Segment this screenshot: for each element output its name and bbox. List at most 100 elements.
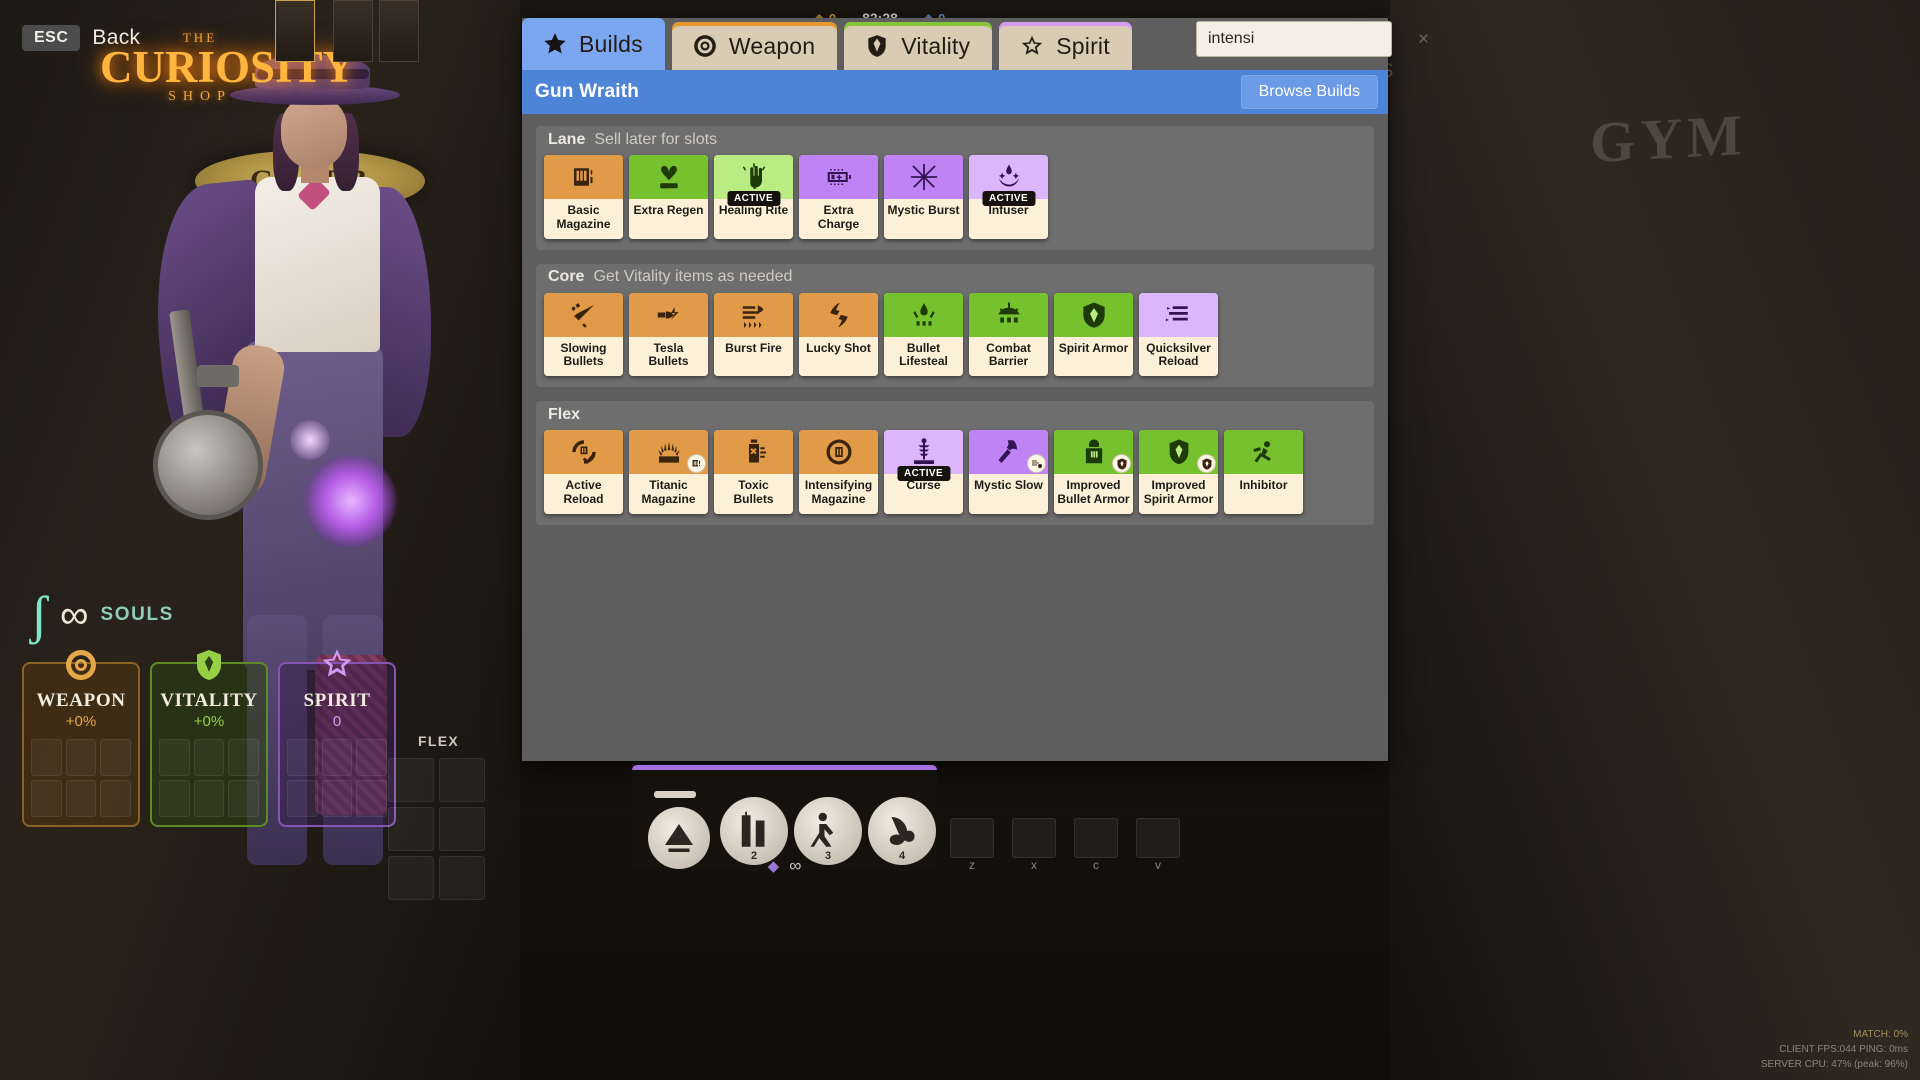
item-slot[interactable] [100,780,131,817]
quicksilver-icon [1164,300,1194,330]
item-name: Toxic Bullets [714,474,793,514]
item-card[interactable]: Inhibitor [1224,430,1303,514]
item-card[interactable]: Improved Bullet Armor [1054,430,1133,514]
item-card[interactable]: Mystic Slow [969,430,1048,514]
item-card[interactable]: Slowing Bullets [544,293,623,377]
bottom-item-slot[interactable] [1074,818,1118,858]
tab-builds[interactable]: Builds [522,18,665,70]
build-header: Gun Wraith Browse Builds [522,70,1388,114]
item-slot[interactable] [322,739,353,776]
item-card[interactable]: Bullet Lifesteal [884,293,963,377]
teammate-portrait[interactable] [379,0,419,62]
item-slot[interactable] [31,780,62,817]
flex-slot[interactable] [439,758,485,802]
tab-spirit[interactable]: Spirit [999,22,1132,70]
magazine-icon [569,162,599,192]
ability-2[interactable]: 2 [720,797,788,865]
item-card[interactable]: Mystic Burst [884,155,963,239]
tab-label: Spirit [1056,33,1110,60]
titanic-magazine-icon [654,437,684,467]
souls-display: ʃ ∞ SOULS [30,588,174,642]
item-slot[interactable] [159,739,190,776]
bottom-item-slot[interactable] [950,818,994,858]
item-card[interactable]: ACTIVEHealing Rite [714,155,793,239]
item-slot[interactable] [159,780,190,817]
browse-builds-button[interactable]: Browse Builds [1241,75,1378,109]
item-card[interactable]: Toxic Bullets [714,430,793,514]
item-card[interactable]: Lucky Shot [799,293,878,377]
item-slot[interactable] [100,739,131,776]
item-icon-area [544,430,623,474]
flex-slot[interactable] [388,758,434,802]
item-slot[interactable] [356,780,387,817]
item-card[interactable]: Extra Charge [799,155,878,239]
item-icon-area [1054,293,1133,337]
flex-slot[interactable] [388,856,434,900]
item-card[interactable]: ACTIVECurse [884,430,963,514]
tab-weapon[interactable]: Weapon [672,22,837,70]
item-card[interactable]: Improved Spirit Armor [1139,430,1218,514]
item-card[interactable]: Titanic Magazine [629,430,708,514]
shop-sections: LaneSell later for slotsBasic MagazineEx… [522,114,1388,551]
item-icon-area [969,430,1048,474]
bottom-item-slot[interactable] [1136,818,1180,858]
item-row: Slowing BulletsTesla BulletsBurst FireLu… [536,291,1374,383]
clear-search-icon[interactable]: × [1415,30,1432,49]
flex-slot[interactable] [439,807,485,851]
flex-slot[interactable] [388,807,434,851]
item-name: Mystic Burst [884,199,963,239]
item-slot[interactable] [322,780,353,817]
upgrade-shield-icon [1116,458,1128,470]
ability-4[interactable]: 4 [868,797,936,865]
item-slot[interactable] [31,739,62,776]
item-icon-area [544,155,623,199]
upgrade-badge-icon [687,454,706,473]
item-card[interactable]: Combat Barrier [969,293,1048,377]
upgrade-magazine-icon [691,458,703,470]
item-row: Active ReloadTitanic MagazineToxic Bulle… [536,428,1374,520]
stat-card-spirit: SPIRIT0 [278,662,396,827]
stat-name: SPIRIT [280,690,394,712]
item-name: Improved Bullet Armor [1054,474,1133,514]
item-name: Extra Charge [799,199,878,239]
item-card[interactable]: Active Reload [544,430,623,514]
burst-star-icon [909,162,939,192]
item-card[interactable]: Intensifying Magazine [799,430,878,514]
section-subtitle: Sell later for slots [594,131,717,149]
ability-3[interactable]: 3 [794,797,862,865]
item-card[interactable]: ACTIVEInfuser [969,155,1048,239]
item-card[interactable]: Spirit Armor [1054,293,1133,377]
item-slot[interactable] [194,739,225,776]
ability-bar-accent [632,765,937,770]
item-slot[interactable] [66,739,97,776]
item-slot[interactable] [228,739,259,776]
tab-vitality[interactable]: Vitality [844,22,992,70]
item-card[interactable]: Extra Regen [629,155,708,239]
section-header: Flex [536,401,1374,428]
spirit-armor-imp-icon [1164,437,1194,467]
active-badge: ACTIVE [727,191,780,206]
bottom-item-slot[interactable] [1012,818,1056,858]
esc-key-badge: ESC [22,25,80,51]
search-input[interactable] [1208,30,1415,48]
stat-name: WEAPON [24,690,138,712]
item-card[interactable]: Burst Fire [714,293,793,377]
item-slot[interactable] [228,780,259,817]
item-slot[interactable] [356,739,387,776]
upgrade-badge-icon [1027,454,1046,473]
teammate-portrait[interactable] [333,0,373,62]
teammate-portrait[interactable] [275,0,315,62]
teammate-portraits [255,0,505,70]
item-name: Titanic Magazine [629,474,708,514]
item-slot[interactable] [66,780,97,817]
item-name: Combat Barrier [969,337,1048,377]
item-slot[interactable] [287,739,318,776]
flex-slot[interactable] [439,856,485,900]
item-card[interactable]: Quicksilver Reload [1139,293,1218,377]
item-slot[interactable] [287,780,318,817]
item-card[interactable]: Tesla Bullets [629,293,708,377]
item-name: Quicksilver Reload [1139,337,1218,377]
item-card[interactable]: Basic Magazine [544,155,623,239]
search-box[interactable]: × [1196,21,1392,57]
item-slot[interactable] [194,780,225,817]
